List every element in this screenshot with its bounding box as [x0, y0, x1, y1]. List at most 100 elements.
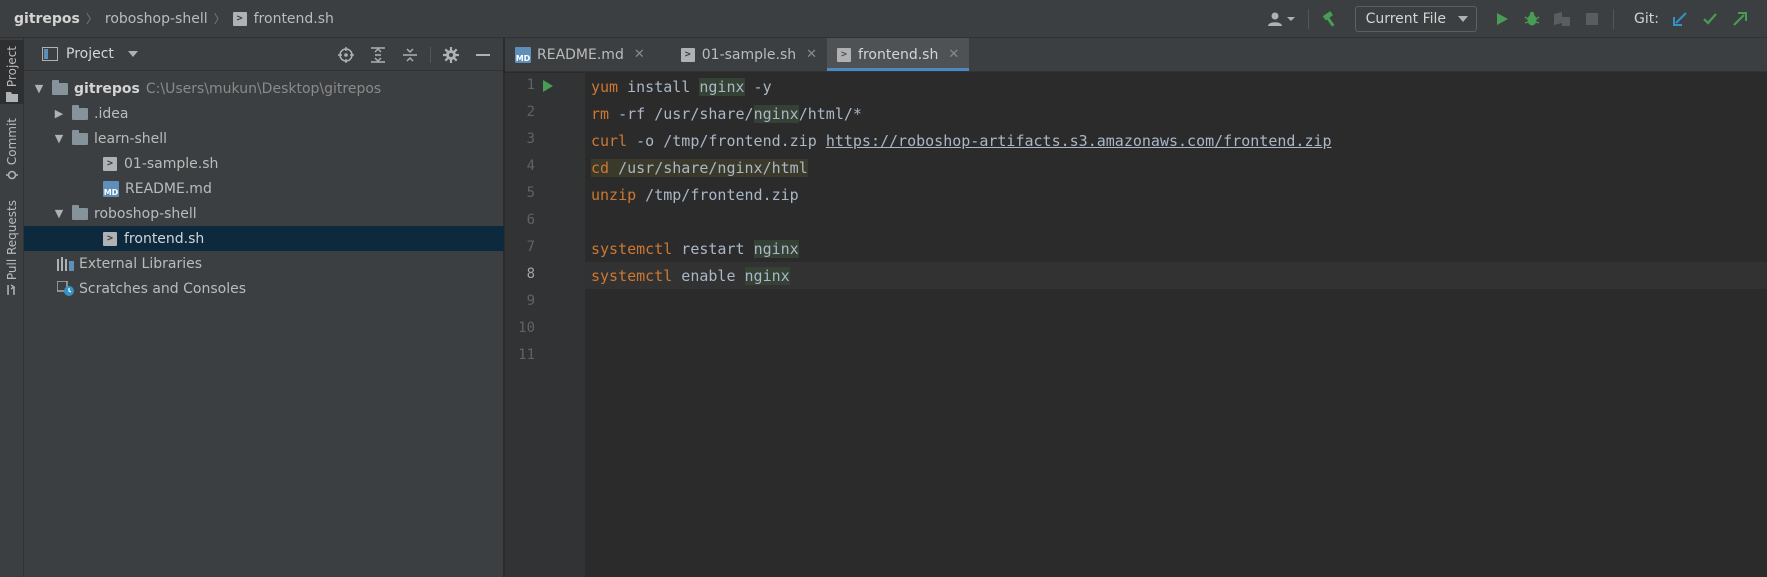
code-token: enable — [672, 266, 745, 285]
tree-node-learn-shell[interactable]: ▼ learn-shell — [24, 126, 504, 151]
code-line[interactable]: cd /usr/share/nginx/html — [585, 154, 1767, 181]
code-editor[interactable]: yum install nginx -y rm -rf /usr/share/n… — [585, 73, 1767, 577]
tree-node-readme[interactable]: MD README.md — [24, 176, 504, 201]
line-number: 4 — [526, 158, 535, 174]
line-number: 8 — [526, 266, 535, 282]
collapse-all-icon[interactable] — [397, 42, 423, 68]
project-panel: Project ▼ gitrepos C:\Users\mukun\Deskto… — [24, 38, 504, 577]
close-icon[interactable]: ✕ — [806, 47, 817, 62]
chevron-down-icon[interactable] — [127, 51, 138, 57]
tab-readme[interactable]: MD README.md ✕ — [505, 38, 655, 71]
line-number: 2 — [526, 104, 535, 120]
tree-node-external-libraries[interactable]: External Libraries — [24, 251, 504, 276]
close-icon[interactable]: ✕ — [948, 47, 959, 62]
tree-label: External Libraries — [79, 255, 202, 272]
line-number: 3 — [526, 131, 535, 147]
shell-file-icon: > — [103, 156, 117, 171]
toolbar-divider — [1613, 9, 1615, 29]
git-commit-icon[interactable] — [1697, 6, 1723, 32]
code-token: /usr/share/nginx/html — [609, 158, 808, 177]
code-token: unzip — [591, 185, 637, 204]
editor: MD README.md ✕ > 01-sample.sh ✕ > fronte… — [505, 38, 1767, 577]
code-line-current[interactable]: systemctl enable nginx — [585, 262, 1767, 289]
toolbar-divider — [430, 46, 431, 63]
tab-01-sample[interactable]: > 01-sample.sh ✕ — [655, 38, 827, 71]
locate-icon[interactable] — [333, 42, 359, 68]
code-url-link[interactable]: https://roboshop-artifacts.s3.amazonaws.… — [826, 132, 1332, 150]
project-tool-button[interactable]: Project — [0, 40, 24, 104]
tab-label: 01-sample.sh — [701, 46, 797, 63]
tree-label: 01-sample.sh — [124, 155, 219, 172]
breadcrumb-separator: 〉 — [213, 12, 226, 26]
pull-request-icon — [7, 284, 16, 296]
commit-tool-button[interactable]: Commit — [0, 114, 24, 184]
tree-node-scratches[interactable]: Scratches and Consoles — [24, 276, 504, 301]
commit-tool-label: Commit — [5, 118, 19, 166]
pull-requests-tool-label: Pull Requests — [5, 200, 19, 281]
user-icon[interactable] — [1264, 6, 1300, 32]
code-token: rm — [591, 104, 610, 123]
code-token: yum — [591, 77, 619, 96]
chevron-right-icon[interactable]: ▶ — [52, 107, 66, 120]
line-number: 6 — [526, 212, 535, 228]
navigation-bar: gitrepos 〉 roboshop-shell 〉 > frontend.s… — [0, 0, 1767, 38]
folder-icon — [72, 104, 88, 120]
breadcrumb-file[interactable]: frontend.sh — [254, 11, 334, 27]
breadcrumb-project[interactable]: gitrepos — [14, 11, 80, 27]
expand-all-icon[interactable] — [365, 42, 391, 68]
shell-file-icon: > — [837, 47, 852, 62]
code-token: restart — [672, 239, 754, 258]
code-line[interactable]: yum install nginx -y — [585, 73, 1767, 100]
close-icon[interactable]: ✕ — [634, 47, 645, 62]
tree-label: .idea — [94, 105, 129, 122]
chevron-down-icon[interactable]: ▼ — [52, 132, 66, 145]
tree-label: Scratches and Consoles — [79, 280, 246, 297]
tree-node-gitrepos[interactable]: ▼ gitrepos C:\Users\mukun\Desktop\gitrep… — [24, 76, 504, 101]
git-push-icon[interactable] — [1727, 6, 1753, 32]
code-token: /tmp/frontend.zip — [636, 185, 799, 204]
coverage-icon[interactable] — [1549, 6, 1575, 32]
code-token: install — [618, 77, 700, 96]
stop-icon[interactable] — [1579, 6, 1605, 32]
bug-icon[interactable] — [1519, 6, 1545, 32]
project-panel-tools — [330, 38, 499, 71]
project-tool-label: Project — [5, 46, 19, 88]
code-line[interactable]: unzip /tmp/frontend.zip — [585, 181, 1767, 208]
tree-node-roboshop-shell[interactable]: ▼ roboshop-shell — [24, 201, 504, 226]
code-line[interactable] — [585, 208, 1767, 235]
line-number: 11 — [518, 347, 535, 363]
chevron-down-icon[interactable]: ▼ — [32, 82, 46, 95]
code-token: systemctl — [591, 266, 673, 285]
code-line[interactable]: rm -rf /usr/share/nginx/html/* — [585, 100, 1767, 127]
code-token: curl — [591, 131, 628, 150]
git-update-icon[interactable] — [1667, 6, 1693, 32]
code-line[interactable]: systemctl restart nginx — [585, 235, 1767, 262]
tree-node-idea[interactable]: ▶ .idea — [24, 101, 504, 126]
tab-label: README.md — [537, 46, 624, 63]
run-configuration-select[interactable]: Current File — [1354, 6, 1478, 32]
code-line[interactable]: curl -o /tmp/frontend.zip https://robosh… — [585, 127, 1767, 154]
shell-file-icon: > — [680, 47, 695, 62]
play-icon[interactable] — [1489, 6, 1515, 32]
run-gutter-icon[interactable] — [543, 80, 553, 92]
pull-requests-tool-button[interactable]: Pull Requests — [0, 196, 24, 296]
hammer-icon[interactable] — [1317, 6, 1343, 32]
tree-node-frontend[interactable]: > frontend.sh — [24, 226, 504, 251]
breadcrumb-folder[interactable]: roboshop-shell — [105, 11, 208, 27]
tool-window-stripe: Project Commit Pull Requests — [0, 38, 24, 577]
chevron-down-icon — [1458, 16, 1469, 22]
code-token: nginx — [744, 266, 790, 285]
code-token: cd — [591, 158, 610, 177]
code-token: systemctl — [591, 239, 673, 258]
line-number: 7 — [526, 239, 535, 255]
markdown-file-icon: MD — [103, 180, 119, 197]
code-token: -rf /usr/share/ — [609, 104, 754, 123]
project-panel-title[interactable]: Project — [66, 46, 114, 62]
tab-frontend[interactable]: > frontend.sh ✕ — [827, 38, 970, 71]
gear-icon[interactable] — [438, 42, 464, 68]
tree-node-01-sample[interactable]: > 01-sample.sh — [24, 151, 504, 176]
project-view-icon — [42, 47, 58, 61]
editor-gutter[interactable]: 1 2 3 4 5 6 7 8 9 10 11 — [505, 73, 585, 577]
minimize-icon[interactable] — [470, 42, 496, 68]
chevron-down-icon[interactable]: ▼ — [52, 207, 66, 220]
